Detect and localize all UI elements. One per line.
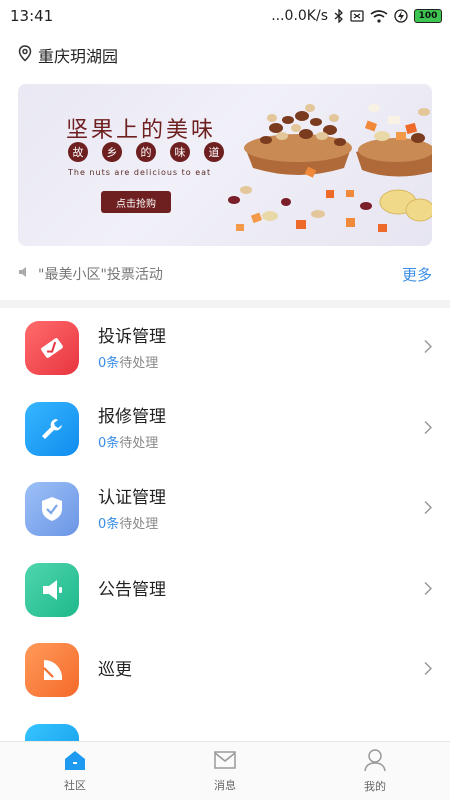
tab-community[interactable]: 社区 bbox=[0, 742, 150, 800]
notice-more-link[interactable]: 更多 bbox=[402, 264, 432, 285]
bottom-tab-bar: 社区 消息 我的 bbox=[0, 741, 450, 800]
tab-label: 消息 bbox=[214, 779, 236, 792]
menu-item-repair[interactable]: 报修管理 0条待处理 bbox=[0, 389, 450, 470]
shield-check-icon bbox=[25, 482, 79, 537]
home-icon bbox=[63, 749, 87, 775]
menu-item-verification[interactable]: 认证管理 0条待处理 bbox=[0, 469, 450, 550]
location-selector[interactable]: 重庆玥湖园 bbox=[18, 42, 118, 68]
menu-status: 0条待处理 bbox=[98, 352, 166, 371]
banner-chip: 故 bbox=[68, 142, 88, 162]
charging-icon bbox=[394, 9, 408, 23]
location-name: 重庆玥湖园 bbox=[38, 47, 119, 66]
tab-messages[interactable]: 消息 bbox=[150, 742, 300, 800]
menu-text: 巡更 bbox=[98, 659, 132, 681]
pending-count: 0条 bbox=[98, 436, 120, 452]
battery-icon: 100 bbox=[414, 9, 442, 23]
chevron-right-icon bbox=[424, 419, 433, 438]
menu-text: 报修管理 0条待处理 bbox=[98, 406, 166, 451]
location-pin-icon bbox=[18, 44, 32, 66]
menu-text: 认证管理 0条待处理 bbox=[98, 487, 166, 532]
wrench-icon bbox=[25, 401, 79, 456]
notice-bar: "最美小区"投票活动 更多 bbox=[18, 262, 432, 286]
tab-profile[interactable]: 我的 bbox=[300, 742, 450, 800]
banner-chip: 味 bbox=[170, 142, 190, 162]
banner-buy-button[interactable]: 点击抢购 bbox=[101, 191, 171, 213]
menu-item-complaint[interactable]: 投诉管理 0条待处理 bbox=[0, 308, 450, 389]
banner-chips: 故 乡 的 味 道 bbox=[68, 142, 224, 162]
complaint-icon bbox=[25, 321, 79, 376]
chevron-right-icon bbox=[424, 661, 433, 680]
user-icon bbox=[363, 748, 387, 776]
menu-title: 报修管理 bbox=[98, 407, 166, 428]
banner-chip: 的 bbox=[136, 142, 156, 162]
banner-title: 坚果上的美味 bbox=[66, 118, 217, 143]
pending-label: 待处理 bbox=[119, 355, 159, 371]
pending-label: 待处理 bbox=[119, 436, 159, 452]
tab-label: 社区 bbox=[64, 779, 86, 792]
notice-text: "最美小区"投票活动 bbox=[38, 267, 163, 283]
announcement-icon bbox=[25, 562, 79, 617]
menu-status: 0条待处理 bbox=[98, 432, 166, 451]
notice-content[interactable]: "最美小区"投票活动 bbox=[18, 264, 163, 284]
speaker-icon bbox=[18, 266, 30, 282]
menu-title: 认证管理 bbox=[98, 487, 166, 508]
pending-count: 0条 bbox=[98, 516, 120, 532]
status-time: 13:41 bbox=[10, 7, 54, 25]
menu-item-patrol[interactable]: 巡更 bbox=[0, 630, 450, 711]
banner-subtitle: The nuts are delicious to eat bbox=[68, 168, 212, 177]
promo-banner[interactable]: 坚果上的美味 故 乡 的 味 道 The nuts are delicious … bbox=[18, 84, 432, 246]
section-divider bbox=[0, 300, 450, 308]
menu-title: 公告管理 bbox=[98, 579, 166, 600]
bluetooth-icon bbox=[334, 9, 344, 23]
chevron-right-icon bbox=[424, 580, 433, 599]
menu-item-announcement[interactable]: 公告管理 bbox=[0, 550, 450, 631]
sim-icon bbox=[350, 10, 364, 22]
menu-text: 投诉管理 0条待处理 bbox=[98, 326, 166, 371]
chevron-right-icon bbox=[424, 339, 433, 358]
menu-title: 巡更 bbox=[98, 660, 132, 681]
banner-chip: 乡 bbox=[102, 142, 122, 162]
pending-label: 待处理 bbox=[119, 516, 159, 532]
management-menu: 投诉管理 0条待处理 报修管理 0条待处理 认证管理 0条待处理 公告管理 巡更 bbox=[0, 308, 450, 791]
menu-status: 0条待处理 bbox=[98, 513, 166, 532]
tab-label: 我的 bbox=[364, 780, 386, 793]
mail-icon bbox=[213, 749, 237, 775]
status-bar: 13:41 ...0.0K/s 100 bbox=[0, 0, 450, 32]
pending-count: 0条 bbox=[98, 355, 120, 371]
network-speed: ...0.0K/s bbox=[271, 8, 328, 24]
menu-text: 公告管理 bbox=[98, 579, 166, 601]
menu-title: 投诉管理 bbox=[98, 326, 166, 347]
status-icons: ...0.0K/s 100 bbox=[271, 8, 442, 24]
nuts-image bbox=[228, 104, 432, 232]
patrol-icon bbox=[25, 643, 79, 698]
chevron-right-icon bbox=[424, 500, 433, 519]
wifi-icon bbox=[370, 9, 388, 23]
